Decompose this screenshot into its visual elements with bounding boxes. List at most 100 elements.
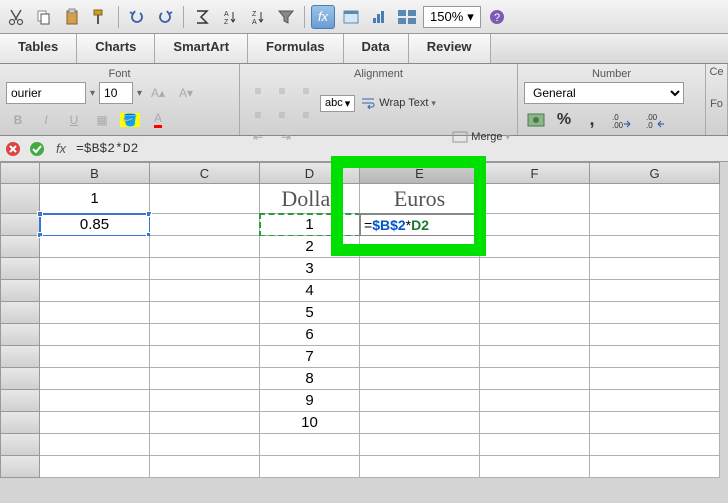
col-header-C[interactable]: C — [150, 162, 260, 184]
cell-D8[interactable]: 7 — [260, 346, 360, 368]
formula-input[interactable] — [76, 141, 724, 156]
col-header-E[interactable]: E — [360, 162, 480, 184]
col-header-G[interactable]: G — [590, 162, 720, 184]
cell[interactable] — [150, 412, 260, 434]
filter-icon[interactable] — [274, 5, 298, 29]
align-top-icon[interactable]: ≡ — [246, 80, 270, 102]
cell[interactable] — [40, 346, 150, 368]
cell-D10[interactable]: 9 — [260, 390, 360, 412]
cell[interactable] — [590, 236, 720, 258]
cell[interactable] — [480, 368, 590, 390]
cell[interactable] — [480, 258, 590, 280]
cell[interactable] — [40, 390, 150, 412]
cell[interactable] — [360, 456, 480, 478]
cell[interactable] — [40, 280, 150, 302]
row-header[interactable] — [0, 434, 40, 456]
cell[interactable] — [480, 390, 590, 412]
row-header[interactable] — [0, 390, 40, 412]
row-header[interactable] — [0, 368, 40, 390]
cell-E2-editing[interactable]: =$B$2*D2 — [360, 214, 480, 236]
cell[interactable] — [590, 302, 720, 324]
row-header[interactable] — [0, 214, 40, 236]
cell[interactable] — [40, 258, 150, 280]
row-header[interactable] — [0, 412, 40, 434]
row-header[interactable] — [0, 346, 40, 368]
cell-D3[interactable]: 2 — [260, 236, 360, 258]
cell-E1[interactable]: Euros — [360, 184, 480, 214]
cell[interactable] — [40, 236, 150, 258]
cell[interactable] — [360, 412, 480, 434]
cell-F1[interactable] — [480, 184, 590, 214]
cell[interactable] — [150, 390, 260, 412]
cell-B1[interactable]: 1 — [40, 184, 150, 214]
cell-D11[interactable]: 10 — [260, 412, 360, 434]
cell-C1[interactable] — [150, 184, 260, 214]
align-bottom-icon[interactable]: ≡ — [294, 80, 318, 102]
cell[interactable] — [590, 390, 720, 412]
tab-review[interactable]: Review — [409, 34, 491, 63]
row-header[interactable] — [0, 324, 40, 346]
paste-icon[interactable] — [60, 5, 84, 29]
cell[interactable] — [360, 324, 480, 346]
cell[interactable] — [590, 456, 720, 478]
cell-D1[interactable]: Dollar — [260, 184, 360, 214]
cell[interactable] — [40, 302, 150, 324]
autosum-icon[interactable] — [190, 5, 214, 29]
help-icon[interactable]: ? — [485, 5, 509, 29]
cell[interactable] — [40, 412, 150, 434]
comma-button[interactable]: , — [580, 109, 604, 131]
sort-asc-icon[interactable]: AZ — [218, 5, 242, 29]
cell[interactable] — [40, 324, 150, 346]
sort-desc-icon[interactable]: ZA — [246, 5, 270, 29]
cell[interactable] — [590, 368, 720, 390]
cell[interactable] — [360, 236, 480, 258]
cell[interactable] — [590, 434, 720, 456]
cell[interactable] — [360, 258, 480, 280]
cell[interactable] — [590, 412, 720, 434]
select-all-corner[interactable] — [0, 162, 40, 184]
font-size-select[interactable] — [99, 82, 133, 104]
row-header[interactable] — [0, 236, 40, 258]
cell[interactable] — [40, 368, 150, 390]
cell[interactable] — [480, 280, 590, 302]
zoom-select[interactable]: 150% ▾ — [423, 6, 481, 28]
align-right-icon[interactable]: ≡ — [294, 104, 318, 126]
cell[interactable] — [360, 434, 480, 456]
format-painter-icon[interactable] — [88, 5, 112, 29]
cell[interactable] — [590, 324, 720, 346]
tab-smartart[interactable]: SmartArt — [155, 34, 248, 63]
tab-charts[interactable]: Charts — [77, 34, 155, 63]
fill-color-button[interactable]: 🪣 — [118, 109, 142, 131]
percent-button[interactable]: % — [552, 109, 576, 131]
align-left-icon[interactable]: ≡ — [246, 104, 270, 126]
font-color-button[interactable]: A — [146, 109, 170, 131]
align-middle-icon[interactable]: ≡ — [270, 80, 294, 102]
cell[interactable] — [150, 302, 260, 324]
col-header-D[interactable]: D — [260, 162, 360, 184]
cell-D2[interactable]: 1 — [260, 214, 360, 236]
chevron-down-icon[interactable]: ▾ — [137, 88, 142, 99]
cell[interactable] — [480, 434, 590, 456]
fx-label[interactable]: fx — [52, 140, 70, 158]
decrease-decimal-button[interactable]: .00.0 — [642, 109, 672, 131]
cell-B2[interactable]: 0.85 — [40, 214, 150, 236]
cell[interactable] — [260, 434, 360, 456]
redo-icon[interactable] — [153, 5, 177, 29]
cell[interactable] — [360, 368, 480, 390]
row-header[interactable] — [0, 280, 40, 302]
cell[interactable] — [150, 280, 260, 302]
font-name-select[interactable] — [6, 82, 86, 104]
cell[interactable] — [150, 236, 260, 258]
cell[interactable] — [360, 280, 480, 302]
cell[interactable] — [360, 390, 480, 412]
cell-D5[interactable]: 4 — [260, 280, 360, 302]
cell[interactable] — [360, 302, 480, 324]
cell[interactable] — [150, 434, 260, 456]
row-header[interactable] — [0, 258, 40, 280]
increase-decimal-button[interactable]: .0.00 — [608, 109, 638, 131]
cell[interactable] — [40, 456, 150, 478]
currency-button[interactable] — [524, 109, 548, 131]
cell[interactable] — [480, 456, 590, 478]
cell[interactable] — [590, 258, 720, 280]
show-hide-icon[interactable] — [339, 5, 363, 29]
